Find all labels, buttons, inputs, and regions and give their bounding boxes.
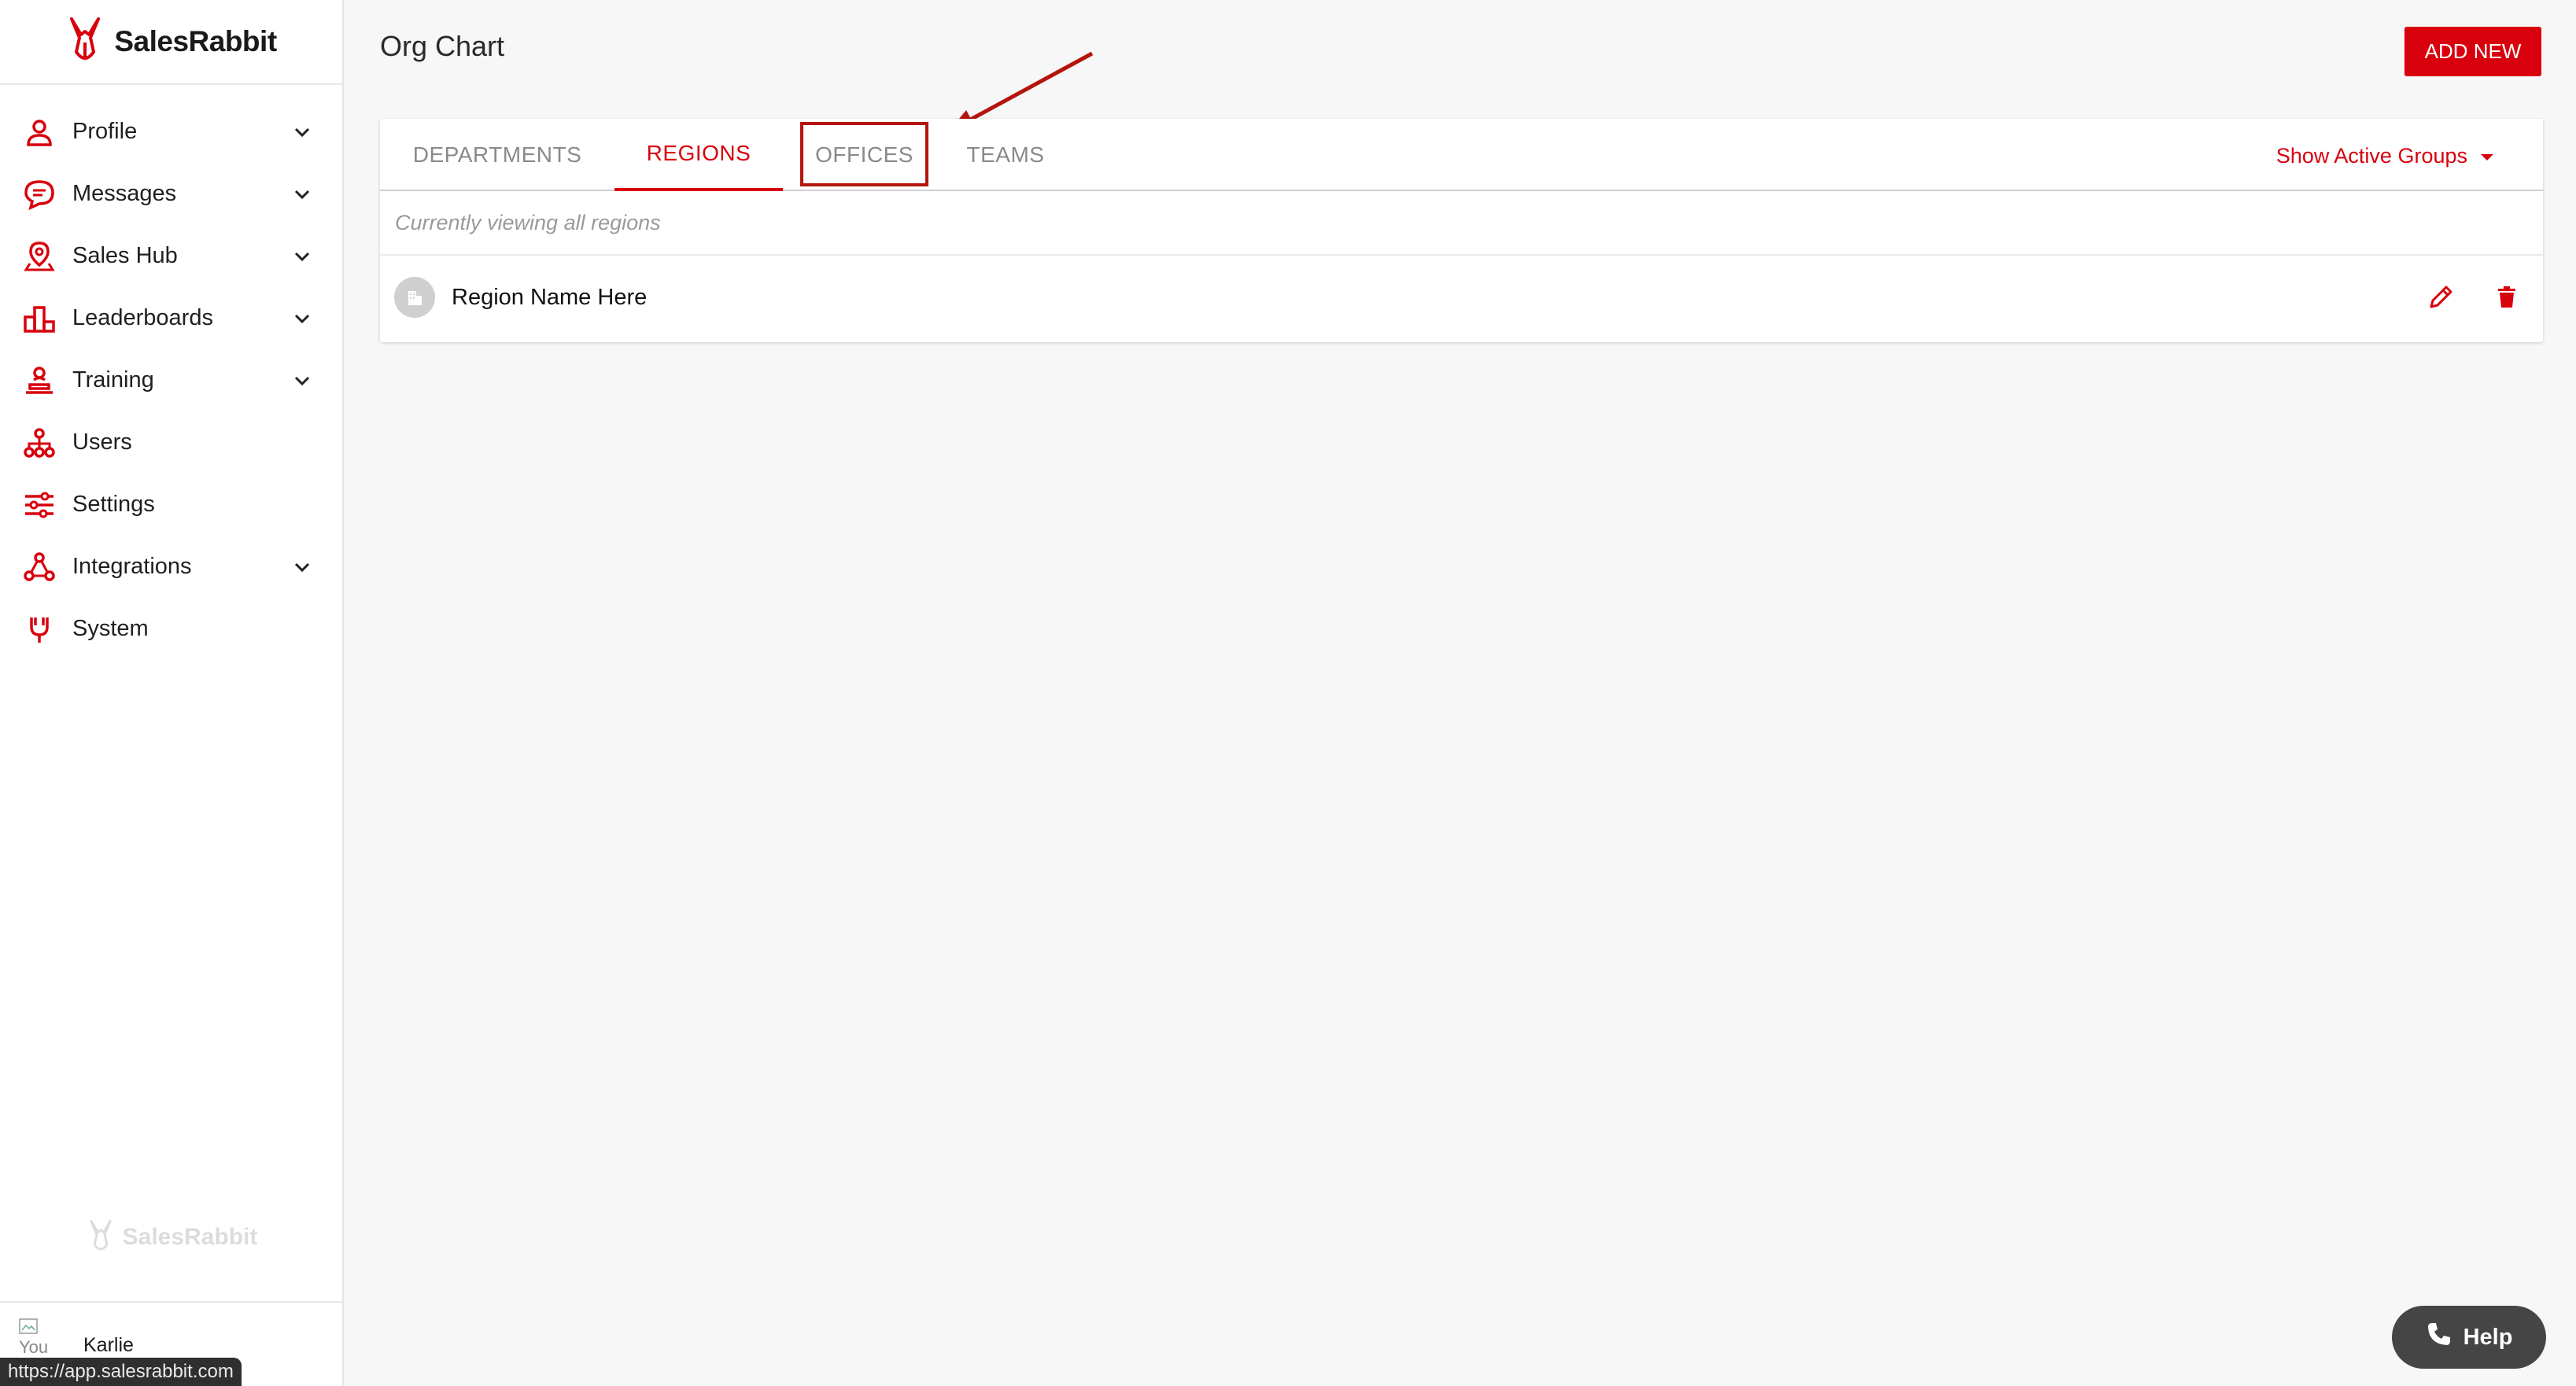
sidebar-item-integrations[interactable]: Integrations bbox=[0, 536, 342, 598]
sidebar-item-messages[interactable]: Messages bbox=[0, 163, 342, 225]
rabbit-logo-icon bbox=[90, 1219, 112, 1251]
tab-bar: DEPARTMENTS REGIONS OFFICES TEAMS Show A… bbox=[380, 119, 2543, 191]
sidebar: SalesRabbit Profile Messages Sales Hub L… bbox=[0, 0, 344, 1386]
sliders-icon bbox=[22, 488, 57, 522]
tab-offices[interactable]: OFFICES bbox=[800, 119, 928, 191]
org-chart-icon bbox=[22, 426, 57, 460]
sidebar-item-label: Sales Hub bbox=[72, 243, 178, 268]
help-button[interactable]: Help bbox=[2392, 1306, 2546, 1369]
viewing-status: Currently viewing all regions bbox=[380, 191, 2543, 256]
training-icon bbox=[22, 363, 57, 398]
system-plug-icon bbox=[22, 612, 57, 647]
sidebar-item-label: Training bbox=[72, 367, 154, 393]
list-item[interactable]: Region Name Here bbox=[380, 256, 2543, 339]
pencil-icon[interactable] bbox=[2422, 278, 2460, 316]
map-pin-icon bbox=[22, 239, 57, 274]
sidebar-item-users[interactable]: Users bbox=[0, 411, 342, 474]
chevron-down-icon[interactable] bbox=[290, 120, 314, 144]
sidebar-item-settings[interactable]: Settings bbox=[0, 474, 342, 536]
phone-icon bbox=[2426, 1321, 2452, 1354]
sidebar-item-label: Integrations bbox=[72, 554, 192, 579]
broken-image-icon bbox=[19, 1318, 38, 1334]
sidebar-item-leaderboards[interactable]: Leaderboards bbox=[0, 287, 342, 349]
show-active-groups-dropdown[interactable]: Show Active Groups bbox=[2276, 136, 2496, 175]
chat-icon bbox=[22, 177, 57, 212]
add-new-button[interactable]: ADD NEW bbox=[2404, 27, 2541, 76]
region-name[interactable]: Region Name Here bbox=[452, 285, 2422, 311]
footer-brand: SalesRabbit bbox=[0, 1218, 344, 1257]
help-label: Help bbox=[2463, 1324, 2513, 1350]
sidebar-item-label: Profile bbox=[72, 119, 138, 144]
sidebar-item-label: Messages bbox=[72, 181, 177, 206]
status-bar-url: https://app.salesrabbit.com bbox=[0, 1358, 242, 1386]
tab-teams[interactable]: TEAMS bbox=[943, 119, 1068, 191]
sidebar-nav: Profile Messages Sales Hub Leaderboards bbox=[0, 85, 342, 660]
integrations-icon bbox=[22, 550, 57, 584]
sidebar-item-label: System bbox=[72, 616, 149, 641]
tab-regions[interactable]: REGIONS bbox=[614, 119, 783, 191]
brand-logo[interactable]: SalesRabbit bbox=[0, 0, 342, 85]
sidebar-item-sales-hub[interactable]: Sales Hub bbox=[0, 225, 342, 287]
podium-icon bbox=[22, 301, 57, 336]
chevron-down-icon[interactable] bbox=[290, 182, 314, 206]
sidebar-item-system[interactable]: System bbox=[0, 598, 342, 660]
sidebar-item-label: Users bbox=[72, 429, 132, 455]
building-icon bbox=[394, 277, 435, 318]
page-title: Org Chart bbox=[380, 30, 505, 62]
rabbit-logo-icon bbox=[70, 17, 101, 60]
chevron-down-icon[interactable] bbox=[290, 369, 314, 393]
sidebar-item-label: Leaderboards bbox=[72, 305, 213, 330]
chevron-down-icon[interactable] bbox=[290, 307, 314, 330]
person-icon bbox=[22, 115, 57, 149]
caret-down-icon bbox=[2478, 144, 2496, 168]
avatar-alt-text: You bbox=[19, 1337, 49, 1357]
trash-icon[interactable] bbox=[2488, 278, 2526, 316]
brand-name: SalesRabbit bbox=[114, 25, 277, 57]
sidebar-item-training[interactable]: Training bbox=[0, 349, 342, 411]
chevron-down-icon[interactable] bbox=[290, 555, 314, 579]
org-chart-card: DEPARTMENTS REGIONS OFFICES TEAMS Show A… bbox=[380, 119, 2543, 342]
chevron-down-icon[interactable] bbox=[290, 245, 314, 268]
footer-brand-text: SalesRabbit bbox=[122, 1224, 258, 1250]
avatar[interactable]: You bbox=[19, 1318, 50, 1361]
tab-departments[interactable]: DEPARTMENTS bbox=[380, 119, 614, 191]
user-name: Karlie bbox=[83, 1334, 134, 1356]
sidebar-item-profile[interactable]: Profile bbox=[0, 101, 342, 163]
filter-label: Show Active Groups bbox=[2275, 143, 2467, 168]
sidebar-item-label: Settings bbox=[72, 492, 155, 517]
